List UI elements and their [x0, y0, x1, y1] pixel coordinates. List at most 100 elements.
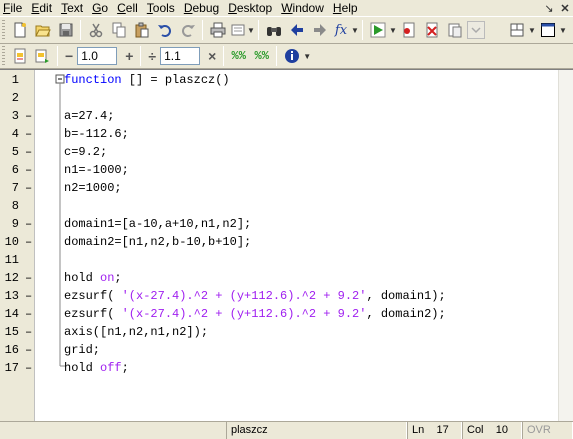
code-editor[interactable]: 1 function [] = plaszcz() 2 3– a=27.4; 4– b=-1… — [0, 69, 573, 422]
code-line[interactable]: 9– domain1=[a-10,a+10,n1,n2]; — [0, 215, 558, 233]
save-icon[interactable] — [54, 19, 77, 41]
code-token: hold — [64, 271, 101, 285]
redo-icon[interactable] — [176, 19, 199, 41]
code-text: n1=-1000; — [64, 161, 129, 179]
copy-icon[interactable] — [107, 19, 130, 41]
decrement-button[interactable]: − — [61, 48, 77, 64]
menu-right-controls: ↘ ✕ — [541, 0, 573, 16]
run-icon[interactable] — [366, 19, 389, 41]
code-line[interactable]: 14– ezsurf( '(x-27.4).^2 + (y+112.6).^2 +… — [0, 305, 558, 323]
chevron-down-icon[interactable]: ▼ — [389, 26, 397, 35]
breakpoint-marker[interactable]: – — [25, 359, 32, 377]
code-token: hold — [64, 361, 101, 375]
code-line[interactable]: 1 function [] = plaszcz() — [0, 71, 558, 89]
chevron-down-icon[interactable]: ▼ — [247, 26, 255, 35]
divide-button[interactable]: ÷ — [144, 48, 160, 64]
evaluate-cell-icon[interactable] — [8, 45, 31, 67]
open-folder-icon[interactable] — [31, 19, 54, 41]
code-text: ezsurf( '(x-27.4).^2 + (y+112.6).^2 + 9.… — [64, 305, 446, 323]
code-line[interactable]: 11 — [0, 251, 558, 269]
breakpoint-marker[interactable]: – — [25, 143, 32, 161]
chevron-down-icon[interactable]: ▼ — [559, 26, 567, 35]
chevron-down-icon[interactable]: ▼ — [528, 26, 536, 35]
toolbar-grip[interactable] — [2, 20, 5, 40]
function-fx-icon[interactable]: fx — [331, 19, 351, 41]
step-icon[interactable] — [443, 19, 466, 41]
code-line[interactable]: 12– hold on; — [0, 269, 558, 287]
code-string: '(x-27.4).^2 + (y+112.6).^2 + 9.2' — [121, 307, 367, 321]
menu-item-text[interactable]: Text — [57, 0, 88, 16]
window-layout-icon[interactable] — [536, 19, 559, 41]
menu-item-edit[interactable]: Edit — [27, 0, 57, 16]
code-token: , domain2); — [366, 307, 446, 321]
code-line[interactable]: 10– domain2=[n1,n2,b-10,b+10]; — [0, 233, 558, 251]
cut-icon[interactable] — [84, 19, 107, 41]
menu-item-tools[interactable]: Tools — [143, 0, 180, 16]
clear-breakpoints-icon[interactable] — [420, 19, 443, 41]
menu-label-rest: dit — [39, 1, 53, 15]
code-line[interactable]: 13– ezsurf( '(x-27.4).^2 + (y+112.6).^2 +… — [0, 287, 558, 305]
code-line[interactable]: 16– grid; — [0, 341, 558, 359]
code-line[interactable]: 7– n2=1000; — [0, 179, 558, 197]
menu-item-desktop[interactable]: Desktop — [224, 0, 277, 16]
breakpoint-marker[interactable]: – — [25, 161, 32, 179]
breakpoint-marker[interactable]: – — [25, 341, 32, 359]
page-setup-icon[interactable] — [229, 19, 247, 41]
breakpoint-marker[interactable]: – — [25, 179, 32, 197]
code-line[interactable]: 5– c=9.2; — [0, 143, 558, 161]
scale-value-input[interactable] — [160, 47, 201, 65]
menu-item-window[interactable]: Window — [277, 0, 329, 16]
breakpoint-marker[interactable]: – — [25, 233, 32, 251]
code-text: b=-112.6; — [64, 125, 129, 143]
increment-button[interactable]: + — [121, 48, 137, 64]
step-value-input[interactable] — [77, 47, 118, 65]
insert-cell-title-icon[interactable]: %% — [250, 45, 273, 67]
menu-item-file[interactable]: File — [0, 0, 27, 16]
code-line[interactable]: 8 — [0, 197, 558, 215]
breakpoint-marker[interactable]: – — [25, 215, 32, 233]
chevron-down-icon[interactable]: ▼ — [351, 26, 359, 35]
menu-item-help[interactable]: Help — [329, 0, 363, 16]
breakpoint-marker[interactable]: – — [25, 287, 32, 305]
code-text: ezsurf( '(x-27.4).^2 + (y+112.6).^2 + 9.… — [64, 287, 446, 305]
chevron-down-icon[interactable]: ▼ — [303, 52, 311, 61]
menu-item-cell[interactable]: Cell — [113, 0, 143, 16]
vertical-scrollbar[interactable] — [558, 70, 573, 422]
dock-layout-icon[interactable] — [505, 19, 528, 41]
back-arrow-icon[interactable] — [285, 19, 308, 41]
set-breakpoint-icon[interactable] — [397, 19, 420, 41]
code-token: c=9.2; — [64, 145, 108, 159]
menu-item-debug[interactable]: Debug — [180, 0, 224, 16]
status-spacer — [0, 422, 226, 439]
breakpoint-marker[interactable]: – — [25, 305, 32, 323]
new-file-icon[interactable] — [8, 19, 31, 41]
undo-icon[interactable] — [153, 19, 176, 41]
multiply-button[interactable]: × — [204, 48, 220, 64]
code-line[interactable]: 15– axis([n1,n2,n1,n2]); — [0, 323, 558, 341]
breakpoint-marker[interactable]: – — [25, 269, 32, 287]
status-column-label: Col — [467, 424, 484, 436]
code-line[interactable]: 3– a=27.4; — [0, 107, 558, 125]
paste-icon[interactable] — [130, 19, 153, 41]
stack-dropdown[interactable] — [466, 19, 486, 41]
undock-arrow-icon[interactable]: ↘ — [541, 0, 557, 16]
info-icon[interactable] — [280, 45, 303, 67]
breakpoint-marker[interactable]: – — [25, 323, 32, 341]
menu-item-go[interactable]: Go — [88, 0, 113, 16]
breakpoint-marker[interactable]: – — [25, 107, 32, 125]
toolbar-grip[interactable] — [2, 46, 5, 66]
insert-cell-divider-icon[interactable]: %% — [227, 45, 250, 67]
code-line[interactable]: 4– b=-112.6; — [0, 125, 558, 143]
code-line[interactable]: 2 — [0, 89, 558, 107]
toolbar-separator — [276, 46, 278, 66]
print-icon[interactable] — [206, 19, 229, 41]
find-binoculars-icon[interactable] — [262, 19, 285, 41]
forward-arrow-icon[interactable] — [308, 19, 331, 41]
evaluate-advance-icon[interactable] — [31, 45, 54, 67]
menu-mnemonic: W — [281, 1, 293, 15]
breakpoint-marker[interactable]: – — [25, 125, 32, 143]
main-toolbar: ▼ fx ▼ ▼ ▼ ▼ — [0, 16, 573, 44]
close-document-icon[interactable]: ✕ — [557, 0, 573, 16]
code-line[interactable]: 17– hold off; — [0, 359, 558, 377]
code-line[interactable]: 6– n1=-1000; — [0, 161, 558, 179]
